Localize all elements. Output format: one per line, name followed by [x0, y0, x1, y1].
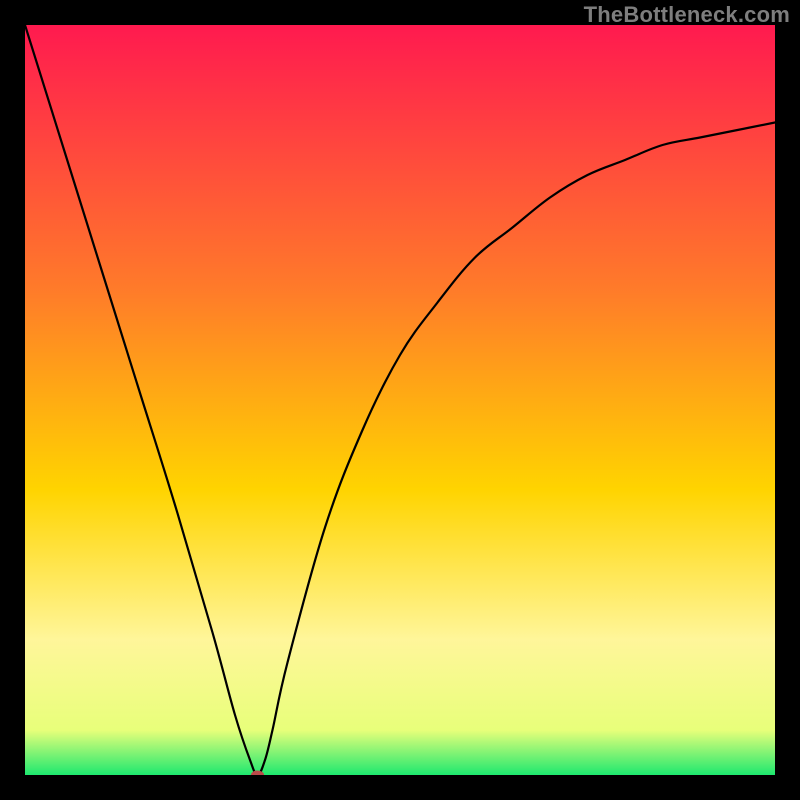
gradient-background: [25, 25, 775, 775]
minimum-marker: [251, 771, 263, 775]
chart-frame: TheBottleneck.com: [0, 0, 800, 800]
plot-area: [25, 25, 775, 775]
plot-svg: [25, 25, 775, 775]
